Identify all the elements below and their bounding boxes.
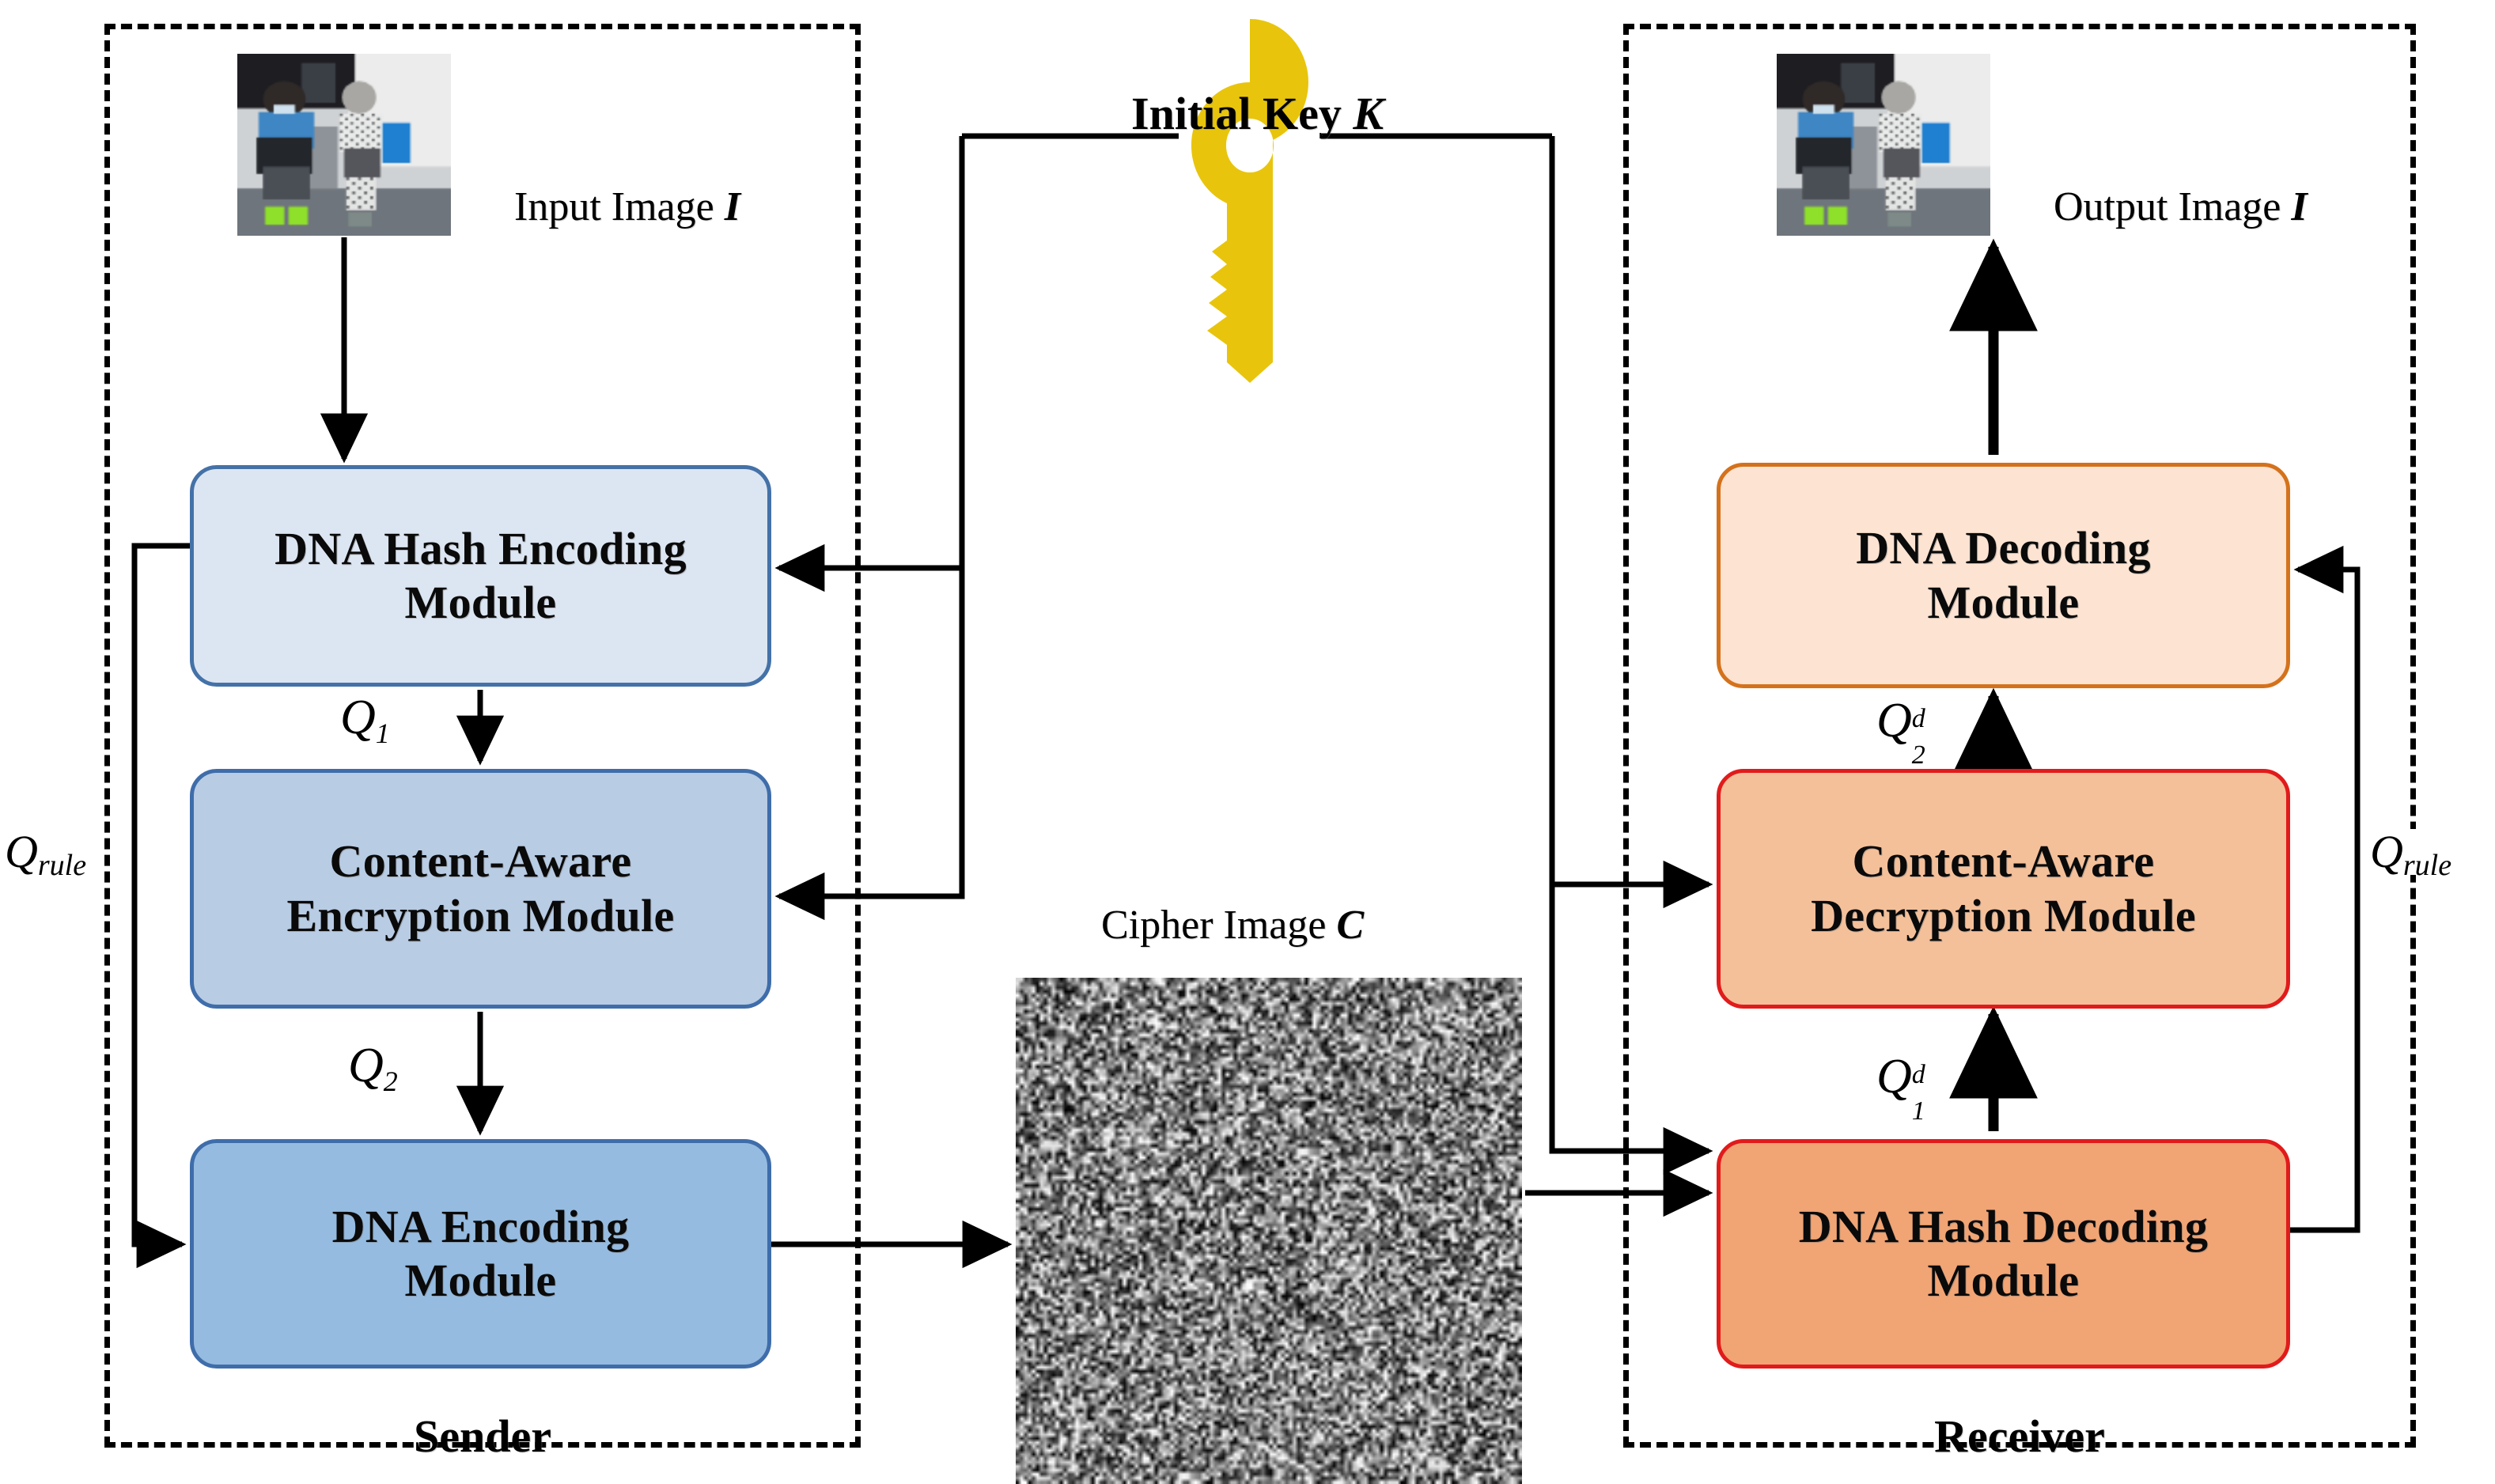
- module-title-line1: Content-Aware: [1852, 835, 2155, 888]
- edge-label-qd1: Q d 1: [1876, 1050, 1925, 1126]
- module-title-line1: DNA Hash Decoding: [1798, 1200, 2209, 1252]
- module-title-line1: DNA Hash Encoding: [274, 522, 687, 574]
- output-image-caption-text: Output Image: [2054, 184, 2281, 229]
- input-image-caption: Input Image I: [514, 184, 740, 230]
- cipher-image-symbol: C: [1336, 903, 1365, 948]
- qrule-right-subscript: rule: [2402, 849, 2452, 882]
- qd2-superscript: d: [1911, 704, 1925, 733]
- input-image-symbol: I: [724, 184, 740, 229]
- q2-base: Q: [348, 1039, 384, 1092]
- module-dna-hash-decoding[interactable]: DNA Hash Decoding Module: [1717, 1139, 2290, 1369]
- module-title-line1: DNA Decoding: [1856, 522, 2151, 574]
- module-content-aware-encryption[interactable]: Content-Aware Encryption Module: [190, 769, 771, 1009]
- qrule-right-base: Q: [2370, 826, 2403, 877]
- key-icon: [1191, 19, 1308, 383]
- cipher-image-thumbnail: [1016, 978, 1522, 1484]
- qd1-superscript: d: [1911, 1060, 1925, 1089]
- edge-label-qrule-sender: Q rule: [5, 826, 87, 880]
- output-image-symbol: I: [2291, 184, 2308, 229]
- receiver-label: Receiver: [1934, 1410, 2105, 1462]
- qd1-subscript: 1: [1911, 1096, 1925, 1126]
- sender-label: Sender: [414, 1410, 551, 1462]
- cipher-image-caption: Cipher Image C: [1101, 902, 1364, 948]
- module-dna-hash-encoding[interactable]: DNA Hash Encoding Module: [190, 465, 771, 687]
- output-image-thumbnail: [1777, 54, 1990, 236]
- qrule-left-subscript: rule: [37, 849, 87, 882]
- input-image-caption-text: Input Image: [514, 184, 714, 229]
- qd2-base: Q: [1876, 694, 1912, 748]
- edge-label-q2: Q 2: [348, 1039, 398, 1096]
- cipher-image-caption-text: Cipher Image: [1101, 903, 1327, 948]
- module-title-line2: Module: [404, 1255, 557, 1306]
- edge-label-qd2: Q d 2: [1876, 694, 1925, 770]
- module-title-line2: Decryption Module: [1811, 889, 2196, 941]
- edge-label-qrule-receiver: Q rule: [2370, 826, 2452, 880]
- module-title-line2: Module: [1927, 1255, 2080, 1306]
- output-image-caption: Output Image I: [2054, 184, 2308, 230]
- q1-base: Q: [340, 691, 376, 744]
- module-title-line2: Module: [1927, 576, 2080, 628]
- qd1-base: Q: [1876, 1050, 1912, 1104]
- input-image-thumbnail: [237, 54, 451, 236]
- module-title-line1: DNA Encoding: [331, 1200, 630, 1252]
- module-dna-decoding[interactable]: DNA Decoding Module: [1717, 463, 2290, 688]
- initial-key-symbol: K: [1353, 88, 1384, 139]
- initial-key-caption: Initial Key K: [1131, 87, 1384, 140]
- q1-subscript: 1: [375, 717, 390, 749]
- module-title-line2: Module: [404, 577, 557, 628]
- module-dna-encoding[interactable]: DNA Encoding Module: [190, 1139, 771, 1369]
- edge-label-q1: Q 1: [340, 691, 390, 748]
- module-content-aware-decryption[interactable]: Content-Aware Decryption Module: [1717, 769, 2290, 1009]
- initial-key-caption-text: Initial Key: [1131, 88, 1342, 139]
- q2-subscript: 2: [383, 1066, 398, 1097]
- qd2-subscript: 2: [1911, 740, 1925, 770]
- module-title-line1: Content-Aware: [329, 835, 632, 888]
- module-title-line2: Encryption Module: [286, 889, 675, 941]
- qrule-left-base: Q: [5, 826, 38, 877]
- diagram-canvas: Sender Receiver DNA Hash Encoding Module…: [0, 0, 2495, 1484]
